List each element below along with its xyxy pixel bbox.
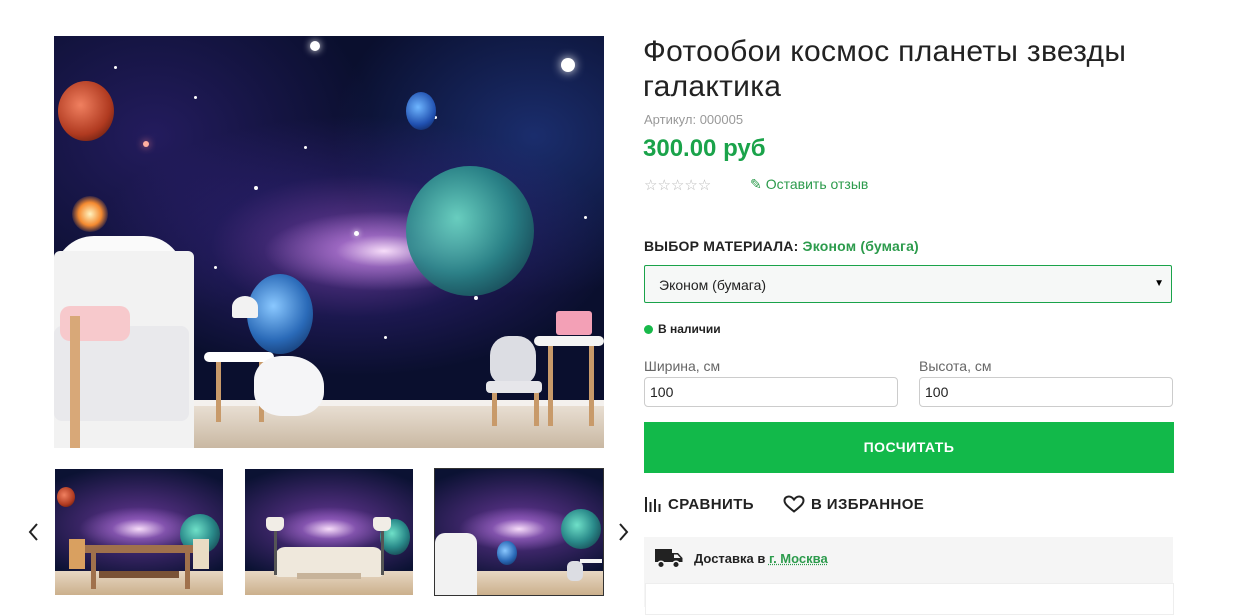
material-select[interactable]: Эконом (бумага) ▼	[644, 265, 1172, 303]
chair	[69, 539, 85, 569]
stock-dot-icon	[644, 325, 653, 334]
pencil-icon: ✎	[750, 176, 762, 192]
dining-table	[85, 545, 195, 553]
material-selected-value: Эконом (бумага)	[803, 238, 919, 254]
width-label: Ширина, см	[644, 358, 720, 374]
star-dot	[143, 141, 149, 147]
dining-table-leg	[91, 553, 96, 589]
compare-label: СРАВНИТЬ	[668, 496, 754, 513]
kids-table	[534, 336, 604, 346]
star-dot	[354, 231, 359, 236]
product-price: 300.00 руб	[643, 135, 766, 163]
delivery-prefix: Доставка в	[694, 551, 769, 566]
leave-review-link[interactable]: ✎ Оставить отзыв	[750, 176, 868, 193]
favorite-button[interactable]: В ИЗБРАННОЕ	[783, 495, 924, 513]
delivery-city-link[interactable]: г. Москва	[769, 551, 828, 566]
bed-post	[70, 316, 80, 448]
bench	[99, 571, 179, 578]
calculate-button[interactable]: ПОСЧИТАТЬ	[644, 422, 1174, 473]
floor-lamp	[274, 531, 277, 575]
width-input[interactable]: 100	[644, 377, 898, 407]
planet-red	[57, 487, 75, 507]
product-main-image[interactable]	[54, 36, 604, 448]
star-dot	[214, 266, 217, 269]
star-dot	[384, 336, 387, 339]
coffee-table	[297, 573, 361, 579]
delivery-panel: Доставка в г. Москва	[644, 537, 1173, 607]
planet-blue-small	[406, 92, 436, 130]
stock-status-text: В наличии	[658, 322, 721, 336]
chevron-right-icon	[613, 519, 633, 545]
chair-leg	[492, 393, 497, 426]
delivery-details	[645, 583, 1174, 615]
chevron-left-icon	[24, 519, 44, 545]
rating-stars[interactable]: ☆☆☆☆☆	[644, 176, 711, 194]
chair	[193, 539, 209, 569]
unicorn-toy	[254, 356, 324, 416]
planet-teal-large	[406, 166, 534, 296]
dining-table-leg	[185, 553, 190, 589]
leave-review-label: Оставить отзыв	[766, 176, 869, 192]
heart-icon	[783, 495, 805, 513]
table-leg	[216, 362, 221, 422]
material-label: ВЫБОР МАТЕРИАЛА: Эконом (бумага)	[644, 238, 919, 254]
kids-chair	[567, 561, 583, 581]
dropdown-caret-icon: ▼	[1154, 278, 1164, 289]
thumbnail-dining-room[interactable]	[55, 469, 223, 595]
gallery-next-arrow[interactable]	[613, 519, 633, 545]
toy-piano	[556, 311, 592, 335]
compare-button[interactable]: СРАВНИТЬ	[644, 495, 754, 513]
floor-lamp	[381, 531, 384, 575]
planet-red	[58, 81, 114, 141]
chair-leg	[534, 393, 539, 426]
floor-lamp-shade	[373, 517, 391, 531]
height-input[interactable]: 100	[919, 377, 1173, 407]
star-dot	[584, 216, 587, 219]
table-lamp	[232, 296, 258, 318]
floor-lamp-shade	[266, 517, 284, 531]
planet-blue	[497, 541, 517, 565]
gallery-prev-arrow[interactable]	[24, 519, 44, 545]
planet-teal	[561, 509, 601, 549]
kids-chair	[490, 336, 536, 384]
table-leg	[589, 346, 594, 426]
truck-icon	[654, 546, 684, 570]
bed	[435, 533, 477, 595]
planet-orange	[72, 196, 108, 232]
favorite-label: В ИЗБРАННОЕ	[811, 496, 924, 513]
kids-table	[580, 559, 602, 563]
table-leg	[548, 346, 553, 426]
thumbnail-living-room[interactable]	[245, 469, 413, 595]
star-dot	[114, 66, 117, 69]
stock-status: В наличии	[644, 322, 721, 336]
star-dot	[561, 58, 575, 72]
star-dot	[474, 296, 478, 300]
material-select-value: Эконом (бумага)	[659, 277, 766, 293]
product-sku: Артикул: 000005	[644, 112, 743, 127]
delivery-text: Доставка в г. Москва	[694, 551, 828, 566]
star-dot	[310, 41, 320, 51]
height-label: Высота, см	[919, 358, 991, 374]
thumbnail-kids-room[interactable]	[435, 469, 603, 595]
product-title: Фотообои космос планеты звезды галактика	[643, 34, 1203, 104]
kids-chair-seat	[486, 381, 542, 393]
star-dot	[304, 146, 307, 149]
material-label-text: ВЫБОР МАТЕРИАЛА:	[644, 238, 798, 254]
bar-chart-icon	[644, 495, 662, 513]
star-dot	[194, 96, 197, 99]
star-dot	[254, 186, 258, 190]
